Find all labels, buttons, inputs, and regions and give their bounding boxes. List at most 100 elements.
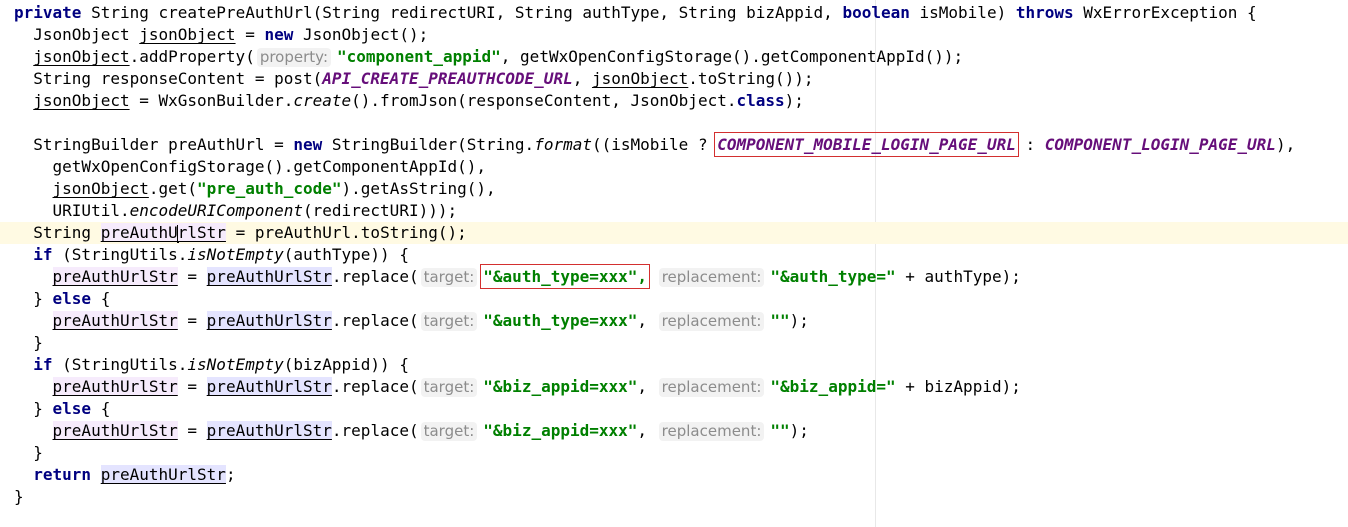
keyword-token[interactable]: return [33, 465, 91, 484]
variable-token[interactable]: preAuthUrlStr [206, 311, 332, 330]
variable-token[interactable]: preAuthUrlStr [52, 421, 178, 440]
code-line[interactable]: jsonObject.addProperty(property: "compone… [0, 46, 1348, 68]
code-token[interactable]: .replace( [332, 311, 419, 330]
parameter-hint[interactable]: replacement: [658, 268, 765, 287]
code-token[interactable]: (bizAppid)) { [284, 355, 409, 374]
code-token[interactable]: StringBuilder preAuthUrl = [33, 135, 293, 154]
code-token[interactable]: StringBuilder(String. [322, 135, 534, 154]
code-line[interactable]: JsonObject jsonObject = new JsonObject()… [0, 24, 1348, 46]
code-token[interactable]: (authType)) { [284, 245, 409, 264]
parameter-hint[interactable]: target: [420, 312, 478, 331]
code-token[interactable]: = [178, 421, 207, 440]
variable-token[interactable]: jsonObject [33, 91, 129, 110]
highlighted-string-literal[interactable]: "&auth_type=xxx", [480, 264, 651, 289]
code-token[interactable]: = [178, 267, 207, 286]
parameter-hint[interactable]: replacement: [658, 378, 765, 397]
code-token[interactable]: .addProperty( [130, 47, 255, 66]
code-token[interactable]: { [91, 399, 111, 418]
code-token[interactable]: isNotEmpty [187, 355, 283, 374]
code-line[interactable] [0, 112, 1348, 134]
parameter-hint[interactable]: property: [256, 48, 332, 67]
code-token[interactable]: .toString()); [688, 69, 813, 88]
code-token[interactable]: } [33, 289, 52, 308]
code-token[interactable]: getWxOpenConfigStorage().getComponentApp… [53, 157, 486, 176]
code-token[interactable]: ), [1276, 135, 1295, 154]
code-line[interactable]: } [0, 332, 1348, 354]
code-line[interactable]: preAuthUrlStr = preAuthUrlStr.replace(ta… [0, 376, 1348, 398]
variable-token[interactable]: preAuthUrlStr [52, 311, 178, 330]
code-token[interactable]: (StringUtils. [53, 245, 187, 264]
keyword-token[interactable]: else [53, 399, 92, 418]
code-token[interactable]: String createPreAuthUrl(String redirectU… [81, 3, 842, 22]
string-literal[interactable]: "&biz_appid=" [770, 377, 895, 396]
code-line[interactable]: URIUtil.encodeURIComponent(redirectURI))… [0, 200, 1348, 222]
keyword-token[interactable]: if [33, 245, 52, 264]
code-token[interactable]: ); [790, 311, 809, 330]
variable-token[interactable]: jsonObject [592, 69, 688, 88]
code-token[interactable]: } [33, 443, 43, 462]
constant-token[interactable]: API_CREATE_PREAUTHCODE_URL [322, 69, 572, 88]
string-literal[interactable]: "component_appid" [337, 47, 501, 66]
code-token[interactable]: = [178, 377, 207, 396]
keyword-token[interactable]: if [33, 355, 52, 374]
variable-token[interactable]: jsonObject [139, 25, 235, 44]
variable-token[interactable]: preAuthUrlStr [206, 267, 332, 286]
code-token[interactable]: .replace( [332, 377, 419, 396]
code-line[interactable]: jsonObject.get("pre_auth_code").getAsStr… [0, 178, 1348, 200]
variable-token[interactable]: preAuthUrlStr [52, 267, 178, 286]
code-token[interactable]: .replace( [332, 267, 419, 286]
code-line[interactable]: preAuthUrlStr = preAuthUrlStr.replace(ta… [0, 264, 1348, 289]
string-literal[interactable]: "" [770, 421, 789, 440]
string-literal[interactable]: "&auth_type=xxx" [483, 311, 637, 330]
variable-token[interactable]: preAuthUrlStr [206, 421, 332, 440]
code-token[interactable]: , [573, 69, 592, 88]
code-token[interactable]: URIUtil. [53, 201, 130, 220]
code-token[interactable] [647, 267, 657, 286]
code-token[interactable]: + authType); [896, 267, 1021, 286]
code-token[interactable]: + bizAppid); [896, 377, 1021, 396]
code-token[interactable]: isNotEmpty [187, 245, 283, 264]
code-token[interactable]: { [91, 289, 111, 308]
keyword-token[interactable]: boolean [842, 3, 909, 22]
code-token[interactable]: ); [790, 421, 809, 440]
code-line[interactable]: String preAuthUrlStr = preAuthUrl.toStri… [0, 222, 1348, 244]
code-token[interactable]: ().fromJson(responseContent, JsonObject. [351, 91, 736, 110]
code-token[interactable]: } [33, 333, 43, 352]
code-line[interactable]: private String createPreAuthUrl(String r… [0, 2, 1348, 24]
variable-token[interactable]: preAuthUrlStr [206, 377, 332, 396]
keyword-token[interactable]: class [736, 91, 784, 110]
code-line[interactable]: } [0, 486, 1348, 508]
code-token[interactable]: = WxGsonBuilder. [130, 91, 293, 110]
code-line[interactable]: getWxOpenConfigStorage().getComponentApp… [0, 156, 1348, 178]
code-line[interactable]: if (StringUtils.isNotEmpty(authType)) { [0, 244, 1348, 266]
code-line[interactable]: String responseContent = post(API_CREATE… [0, 68, 1348, 90]
parameter-hint[interactable]: replacement: [658, 422, 765, 441]
code-token[interactable]: , [637, 421, 656, 440]
code-token[interactable]: WxErrorException { [1074, 3, 1256, 22]
code-token[interactable]: encodeURIComponent [130, 201, 303, 220]
code-line[interactable]: jsonObject = WxGsonBuilder.create().from… [0, 90, 1348, 112]
code-token[interactable]: format [534, 135, 592, 154]
variable-token[interactable]: rlStr [177, 223, 226, 242]
code-token[interactable] [91, 465, 101, 484]
string-literal[interactable]: "pre_auth_code" [197, 179, 342, 198]
code-token[interactable]: ((isMobile ? [592, 135, 717, 154]
code-token[interactable]: } [14, 487, 24, 506]
keyword-token[interactable]: new [293, 135, 322, 154]
variable-token[interactable]: preAuthUrlStr [52, 377, 178, 396]
code-line[interactable]: preAuthUrlStr = preAuthUrlStr.replace(ta… [0, 310, 1348, 332]
keyword-token[interactable]: private [14, 3, 81, 22]
code-token[interactable]: isMobile) [910, 3, 1016, 22]
code-token[interactable]: = [236, 25, 265, 44]
code-token[interactable]: , [637, 311, 656, 330]
code-token[interactable]: ; [226, 465, 236, 484]
highlighted-constant-token[interactable]: COMPONENT_MOBILE_LOGIN_PAGE_URL [714, 132, 1019, 157]
code-token[interactable]: String [33, 223, 100, 242]
code-editor[interactable]: private String createPreAuthUrl(String r… [0, 0, 1348, 527]
code-token[interactable]: JsonObject(); [293, 25, 428, 44]
code-line[interactable]: if (StringUtils.isNotEmpty(bizAppid)) { [0, 354, 1348, 376]
string-literal[interactable]: "&biz_appid=xxx" [483, 377, 637, 396]
constant-token[interactable]: COMPONENT_LOGIN_PAGE_URL [1045, 135, 1276, 154]
string-literal[interactable]: "" [770, 311, 789, 330]
code-line[interactable]: } else { [0, 288, 1348, 310]
